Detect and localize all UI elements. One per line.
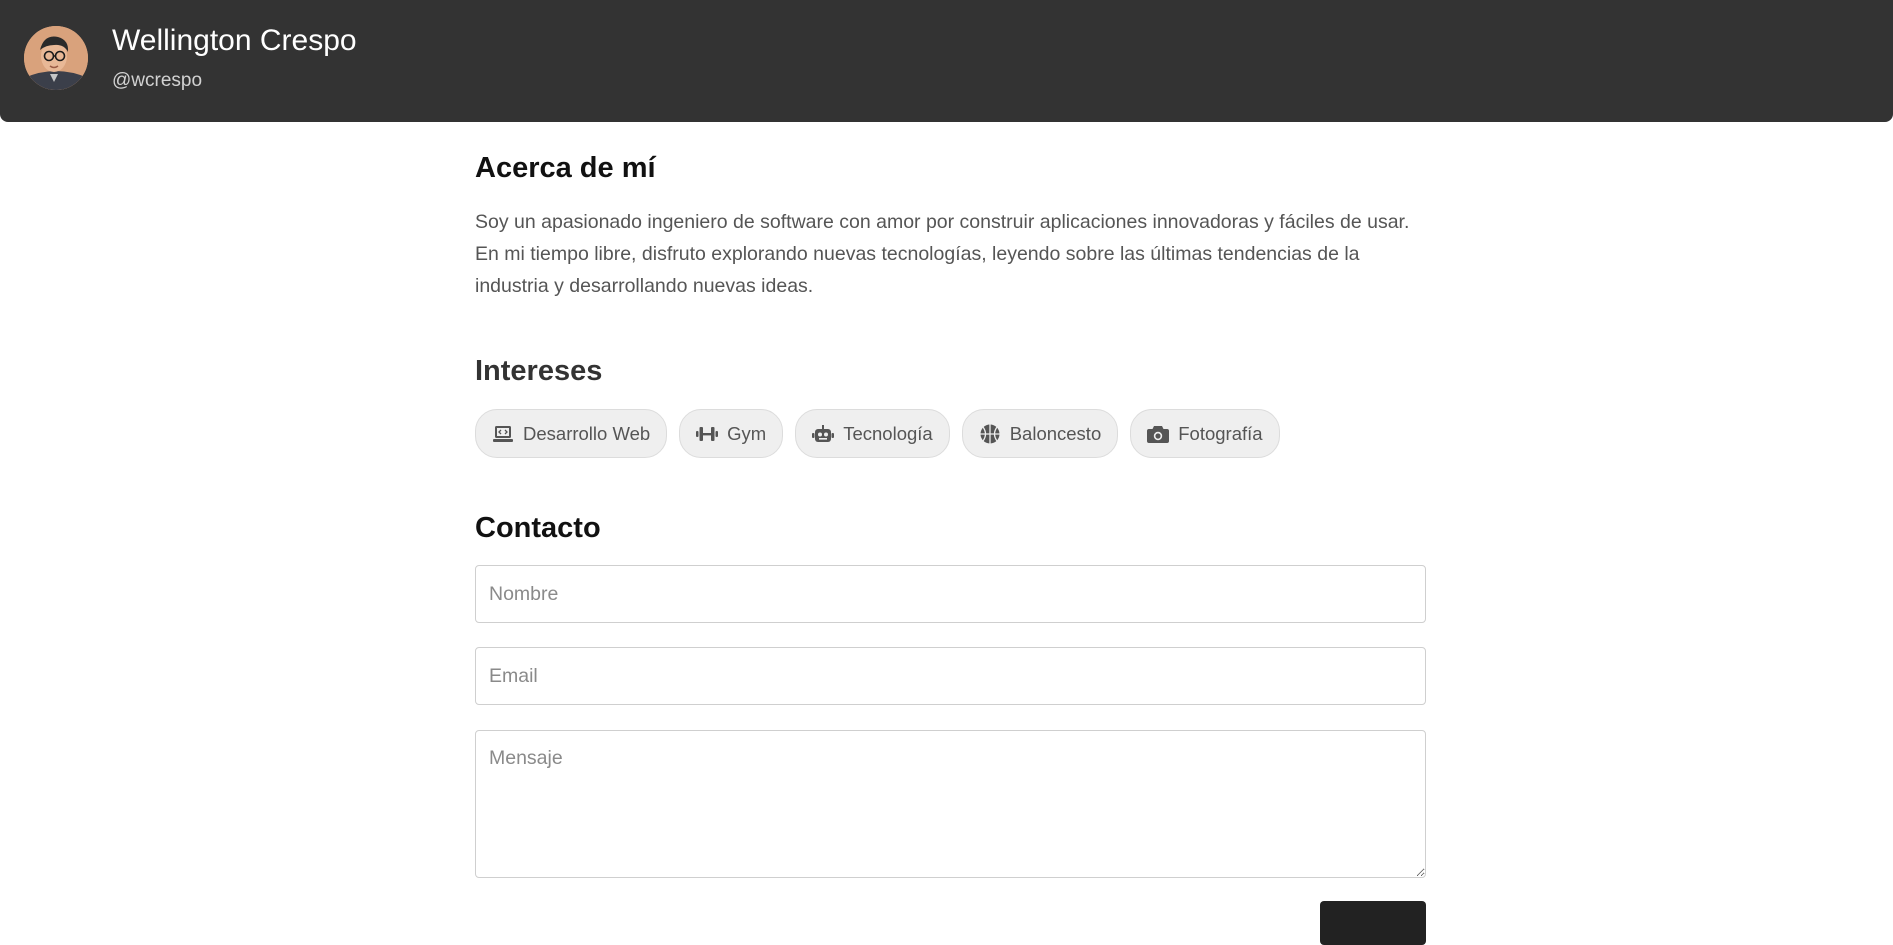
avatar-photo-icon <box>24 26 88 90</box>
interest-chip-photography[interactable]: Fotografía <box>1130 409 1280 458</box>
contact-title: Contacto <box>475 512 601 544</box>
interest-chip-technology[interactable]: Tecnología <box>795 409 950 458</box>
message-field[interactable] <box>475 730 1426 878</box>
user-handle: @wcrespo <box>112 70 203 91</box>
interest-label: Fotografía <box>1178 422 1263 444</box>
interest-label: Desarrollo Web <box>523 422 651 444</box>
avatar[interactable] <box>24 26 88 90</box>
send-button[interactable] <box>1320 901 1426 945</box>
interest-label: Baloncesto <box>1009 422 1102 444</box>
interests-title: Intereses <box>475 355 603 387</box>
profile-header: Wellington Crespo @wcrespo <box>0 0 1893 122</box>
camera-icon <box>1147 423 1170 445</box>
interest-chip-basketball[interactable]: Baloncesto <box>961 409 1119 458</box>
name-field[interactable] <box>475 565 1426 623</box>
interest-chip-web-development[interactable]: Desarrollo Web <box>475 409 668 458</box>
laptop-code-icon <box>492 423 514 445</box>
email-field[interactable] <box>475 647 1426 705</box>
about-title: Acerca de mí <box>475 152 656 184</box>
dumbbell-icon <box>696 423 719 445</box>
about-text: Soy un apasionado ingeniero de software … <box>475 211 1410 297</box>
user-name: Wellington Crespo <box>112 24 357 57</box>
interest-label: Tecnología <box>843 422 933 444</box>
interest-label: Gym <box>727 422 767 444</box>
interests-list: Desarrollo Web Gym Tecnología Baloncesto… <box>475 409 1280 458</box>
basketball-icon <box>979 423 1001 445</box>
robot-icon <box>812 423 835 445</box>
interest-chip-gym[interactable]: Gym <box>679 409 784 458</box>
